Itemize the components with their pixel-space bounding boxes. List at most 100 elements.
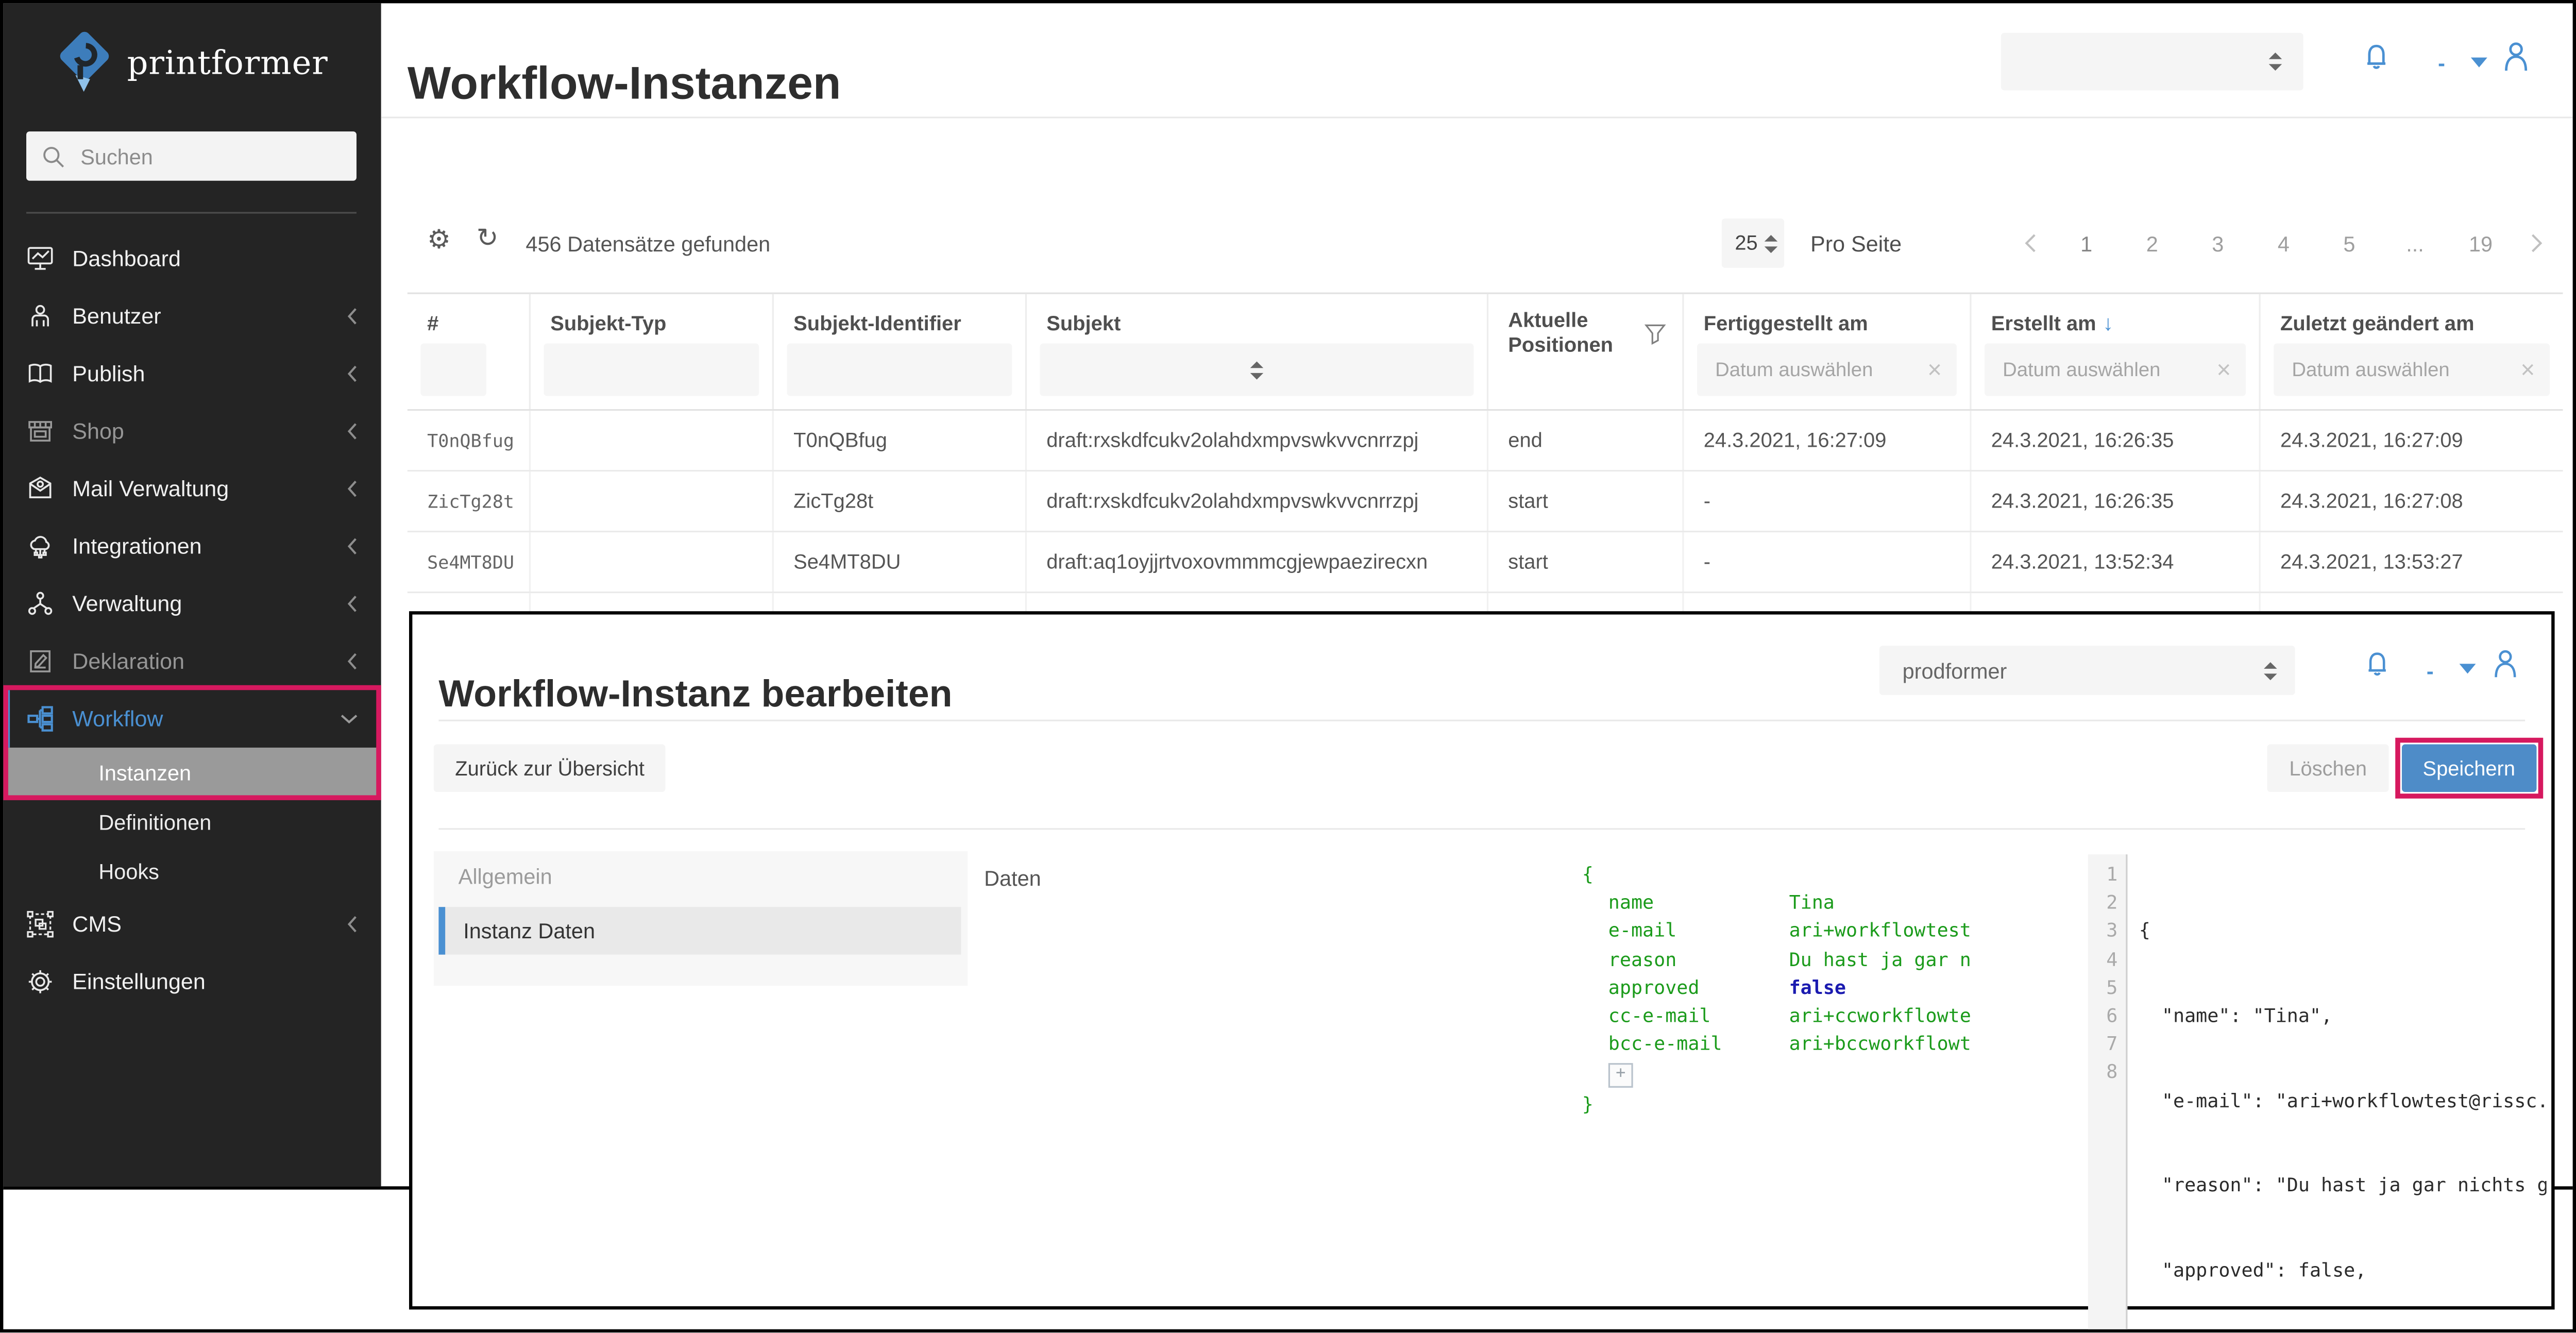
table-settings-gear-icon[interactable]: ⚙ xyxy=(427,228,451,255)
chevron-left-icon xyxy=(347,307,358,325)
sidebar-item-publish[interactable]: Publish xyxy=(3,345,381,403)
printformer-logo-icon xyxy=(56,29,112,95)
sort-desc-icon[interactable] xyxy=(2103,311,2113,335)
sidebar-subitem-hooks[interactable]: Hooks xyxy=(3,846,381,896)
account-button[interactable] xyxy=(2487,646,2523,682)
brand-name: printformer xyxy=(127,43,328,82)
sidebar-subitem-instanzen[interactable]: Instanzen xyxy=(3,748,381,797)
json-value[interactable]: ari+bccworkflowt xyxy=(1789,1031,1971,1059)
book-icon xyxy=(26,360,54,387)
cell-subjekt-typ xyxy=(531,471,774,531)
table-row[interactable]: T0nQBfug T0nQBfug draft:rxskdfcukv2olahd… xyxy=(408,411,2563,471)
json-key[interactable]: e-mail xyxy=(1608,918,1789,946)
mail-icon xyxy=(26,475,54,503)
cell-subjekt-identifier: Se4MT8DU xyxy=(774,532,1027,592)
code-lines[interactable]: { "name": "Tina", "e-mail": "ari+workflo… xyxy=(2127,854,2546,1332)
modal-tenant-select[interactable]: prodformer xyxy=(1879,646,2295,695)
code-line: "approved": false, xyxy=(2139,1257,2547,1285)
json-tree-row[interactable]: approved false xyxy=(1582,974,2075,1002)
pagination-page[interactable]: 19 xyxy=(2448,231,2514,256)
page-size-select[interactable]: 25 xyxy=(1722,218,1784,268)
json-value[interactable]: Tina xyxy=(1789,889,1835,918)
table-row[interactable]: Se4MT8DU Se4MT8DU draft:aq1oyjjrtvoxovmm… xyxy=(408,532,2563,593)
pagination-next-icon[interactable] xyxy=(2514,233,2560,253)
clear-icon[interactable] xyxy=(2208,356,2239,383)
pagination-page[interactable]: 3 xyxy=(2185,231,2251,256)
account-dropdown-icon[interactable] xyxy=(2471,58,2487,68)
cell-position: start xyxy=(1488,532,1684,592)
sidebar-item-shop[interactable]: Shop xyxy=(3,402,381,460)
sidebar-item-workflow[interactable]: Workflow xyxy=(3,690,381,748)
json-tree-row[interactable]: e-mail ari+workflowtest xyxy=(1582,918,2075,946)
date-picker-input[interactable] xyxy=(1712,357,1920,383)
pagination-page[interactable]: 2 xyxy=(2120,231,2185,256)
column-subjekt-typ: Subjekt-Typ xyxy=(531,294,774,409)
cell-subjekt: draft:aq1oyjjrtvoxovmmmcgjewpaezirecxn xyxy=(1027,532,1488,592)
json-value-boolean[interactable]: false xyxy=(1789,974,1846,1002)
back-to-overview-button[interactable]: Zurück zur Übersicht xyxy=(434,745,666,792)
filter-id-input[interactable] xyxy=(420,343,486,396)
json-key[interactable]: reason xyxy=(1608,946,1789,974)
search-input[interactable] xyxy=(77,142,342,170)
pagination-prev-icon[interactable] xyxy=(2008,233,2054,253)
account-button[interactable] xyxy=(2497,38,2535,75)
delete-button[interactable]: Löschen xyxy=(2268,745,2388,792)
json-value[interactable]: ari+workflowtest xyxy=(1789,918,1971,946)
refresh-icon[interactable]: ↻ xyxy=(477,227,499,253)
date-picker-input[interactable] xyxy=(2289,357,2512,383)
json-value[interactable]: Du hast ja gar n xyxy=(1789,946,1971,974)
json-key[interactable]: cc-e-mail xyxy=(1608,1002,1789,1031)
bell-icon xyxy=(2361,649,2394,682)
shop-icon xyxy=(26,417,54,445)
clear-icon[interactable] xyxy=(1919,356,1950,383)
date-picker-input[interactable] xyxy=(1999,357,2209,383)
cell-id: ZicTg28t xyxy=(408,471,531,531)
sidebar-item-cms[interactable]: CMS xyxy=(3,896,381,953)
cell-fertiggestellt: - xyxy=(1684,532,1971,592)
tab-instanz-daten[interactable]: Instanz Daten xyxy=(438,907,961,954)
notifications-button[interactable] xyxy=(2361,649,2394,682)
gear-icon xyxy=(26,968,54,995)
filter-funnel-icon[interactable] xyxy=(1645,324,1666,345)
pagination-page[interactable]: 1 xyxy=(2054,231,2120,256)
tenant-select[interactable] xyxy=(2001,33,2303,91)
filter-subjekt-identifier-input[interactable] xyxy=(787,343,1012,396)
dashboard-icon xyxy=(26,245,54,273)
table-row[interactable]: ZicTg28t ZicTg28t draft:rxskdfcukv2olahd… xyxy=(408,471,2563,532)
document-edit-icon xyxy=(26,647,54,675)
clear-icon[interactable] xyxy=(2512,356,2543,383)
tab-allgemein[interactable]: Allgemein xyxy=(459,864,552,889)
sidebar-item-integrationen[interactable]: Integrationen xyxy=(3,517,381,575)
sidebar-item-einstellungen[interactable]: Einstellungen xyxy=(3,953,381,1010)
json-value[interactable]: ari+ccworkflowte xyxy=(1789,1002,1971,1031)
sidebar-item-dashboard[interactable]: Dashboard xyxy=(3,230,381,288)
json-code-editor[interactable]: 1 2 3 4 5 6 7 8 { "name": "Tina", "e-mai… xyxy=(2088,854,2547,1332)
sidebar-subitem-definitionen[interactable]: Definitionen xyxy=(3,797,381,847)
line-number-gutter: 1 2 3 4 5 6 7 8 xyxy=(2088,854,2128,1332)
cell-fertiggestellt: - xyxy=(1684,471,1971,531)
column-zuletzt-geaendert-am: Zuletzt geändert am xyxy=(2261,294,2563,409)
filter-subjekt-select[interactable] xyxy=(1040,343,1473,396)
pagination-page[interactable]: 5 xyxy=(2316,231,2382,256)
sidebar-item-verwaltung[interactable]: Verwaltung xyxy=(3,575,381,633)
user-profile-icon xyxy=(2487,646,2523,682)
json-tree-row[interactable]: bcc-e-mail ari+bccworkflowt xyxy=(1582,1031,2075,1059)
sidebar-item-benutzer[interactable]: Benutzer xyxy=(3,288,381,345)
column-subjekt-identifier: Subjekt-Identifier xyxy=(774,294,1027,409)
json-key[interactable]: bcc-e-mail xyxy=(1608,1031,1789,1059)
chevron-left-icon xyxy=(347,915,358,933)
pagination-page[interactable]: 4 xyxy=(2251,231,2317,256)
json-tree-row[interactable]: name Tina xyxy=(1582,889,2075,918)
notifications-button[interactable] xyxy=(2359,41,2394,76)
save-button[interactable]: Speichern xyxy=(2401,745,2536,792)
add-property-button[interactable]: + xyxy=(1608,1063,1633,1088)
json-tree-row[interactable]: reason Du hast ja gar n xyxy=(1582,946,2075,974)
json-key[interactable]: approved xyxy=(1608,974,1789,1002)
line-number: 8 xyxy=(2088,1059,2117,1087)
json-key[interactable]: name xyxy=(1608,889,1789,918)
sidebar-item-deklaration[interactable]: Deklaration xyxy=(3,633,381,690)
json-tree-row[interactable]: cc-e-mail ari+ccworkflowte xyxy=(1582,1002,2075,1031)
sidebar-item-mail-verwaltung[interactable]: Mail Verwaltung xyxy=(3,460,381,518)
filter-subjekt-typ-input[interactable] xyxy=(544,343,759,396)
account-dropdown-icon[interactable] xyxy=(2460,664,2476,673)
